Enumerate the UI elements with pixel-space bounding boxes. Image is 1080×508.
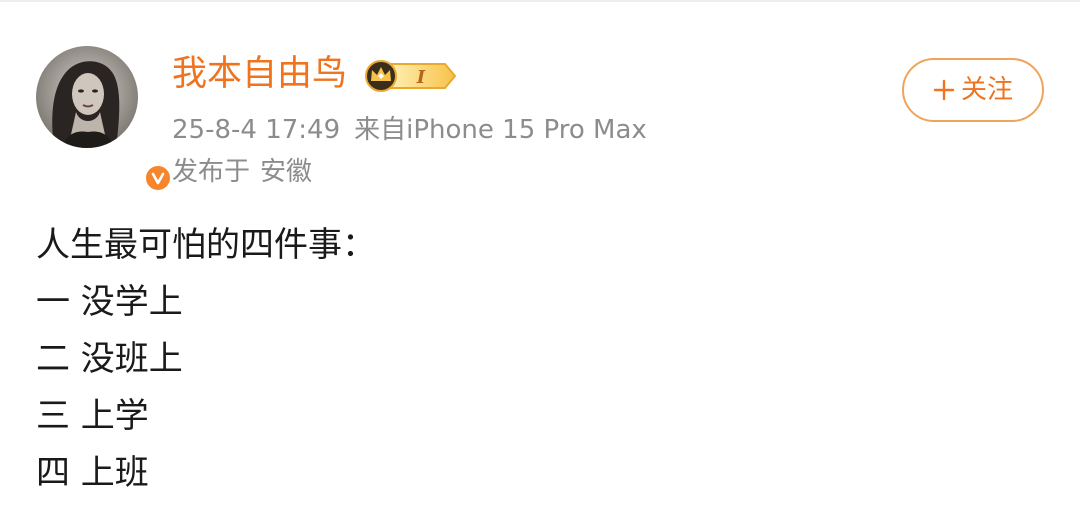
follow-button[interactable]: 关注 bbox=[902, 58, 1044, 122]
avatar[interactable] bbox=[36, 46, 173, 193]
author-name[interactable]: 我本自由鸟 bbox=[172, 52, 347, 96]
post-meta: 25-8-4 17:49 来自iPhone 15 Pro Max bbox=[172, 112, 647, 148]
post-line: 人生最可怕的四件事： bbox=[36, 225, 376, 265]
post-line: 一 没学上 bbox=[36, 282, 183, 322]
post-source: 来自iPhone 15 Pro Max bbox=[354, 115, 647, 145]
post-content: 人生最可怕的四件事： 一 没学上 二 没班上 三 上学 四 上班 bbox=[36, 220, 1036, 505]
weibo-post-card: 我本自由鸟 I 25-8-4 17:49 来自iPhone 15 Pro Max … bbox=[0, 0, 1080, 508]
follow-label: 关注 bbox=[960, 75, 1013, 105]
avatar-photo bbox=[36, 46, 138, 148]
post-line: 四 上班 bbox=[36, 453, 149, 493]
crown-vip-icon[interactable]: I bbox=[363, 58, 459, 94]
top-divider bbox=[0, 0, 1080, 2]
location-value: 安徽 bbox=[260, 157, 313, 187]
verified-badge bbox=[143, 163, 173, 193]
post-line: 二 没班上 bbox=[36, 339, 183, 379]
verified-v-icon bbox=[151, 172, 165, 185]
post-line: 三 上学 bbox=[36, 396, 149, 436]
plus-icon bbox=[933, 79, 955, 101]
post-location: 发布于 安徽 bbox=[172, 154, 312, 190]
location-prefix: 发布于 bbox=[172, 157, 251, 187]
vip-level-text: I bbox=[416, 67, 426, 88]
post-time: 25-8-4 17:49 bbox=[172, 115, 341, 145]
